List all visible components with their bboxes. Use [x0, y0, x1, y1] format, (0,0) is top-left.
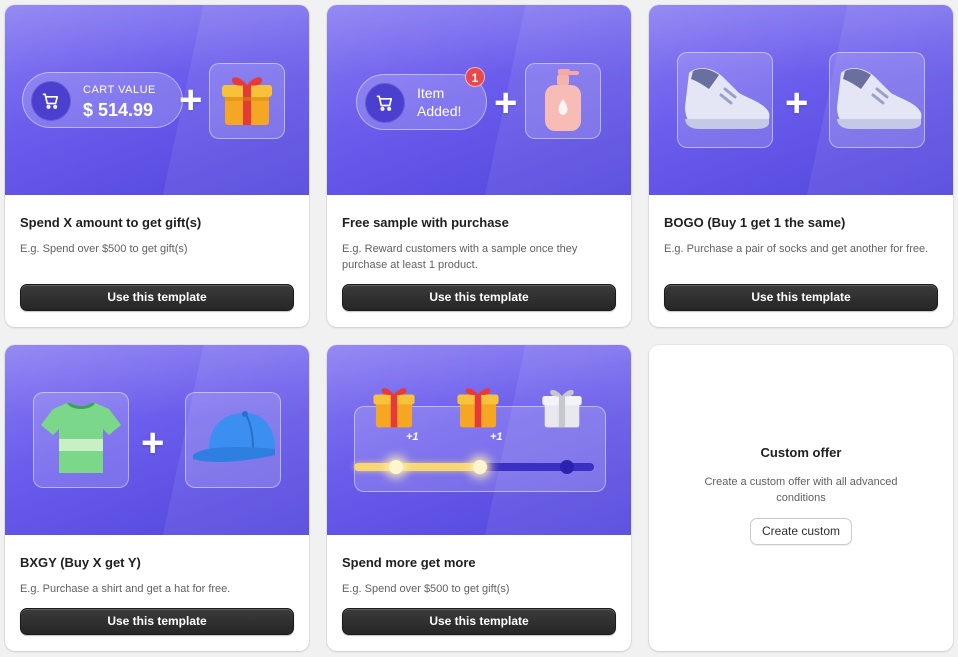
notification-badge: 1: [465, 67, 485, 87]
template-card-free-sample: Item Added! 1 + Free sample with purchas…: [327, 5, 631, 327]
card-title: BXGY (Buy X get Y): [20, 555, 141, 570]
item-added-line2: Added!: [417, 103, 462, 119]
card-title: Free sample with purchase: [342, 215, 509, 230]
card-description: E.g. Purchase a shirt and get a hat for …: [20, 583, 231, 595]
plus-icon: +: [785, 81, 809, 125]
gift-icon: [457, 388, 499, 428]
milestone-knob: [389, 460, 403, 474]
card-description: E.g. Purchase a pair of socks and get an…: [664, 243, 929, 255]
card-description: E.g. Reward customers with a sample once…: [342, 243, 578, 271]
cart-icon: [31, 81, 71, 121]
cart-value-label: CART VALUE: [83, 84, 156, 96]
milestone-label: +1: [406, 431, 419, 443]
item-added-line1: Item: [417, 85, 445, 101]
template-card-bxgy: + BXGY (Buy X get Y) E.g. Purchase a shi…: [5, 345, 309, 651]
progress-fill: [354, 463, 486, 471]
use-template-button[interactable]: Use this template: [342, 608, 616, 635]
cart-icon: [365, 83, 405, 123]
card-description: E.g. Spend over $500 to get gift(s): [342, 583, 510, 595]
cap-icon: [193, 411, 275, 462]
sneaker-icon: [837, 68, 922, 129]
plus-icon: +: [179, 78, 203, 122]
tshirt-icon: [41, 403, 121, 473]
card-illustration: +: [5, 345, 309, 535]
template-card-spend-more: +1 +1 Spend more get more E.g. Spend ove…: [327, 345, 631, 651]
card-illustration: +: [649, 5, 953, 195]
cart-value-amount: $ 514.99: [83, 100, 154, 120]
use-template-button[interactable]: Use this template: [342, 284, 616, 311]
milestone-label: +1: [490, 431, 503, 443]
custom-offer-title: Custom offer: [760, 445, 842, 460]
gift-locked-icon: [542, 389, 582, 428]
create-custom-button[interactable]: Create custom: [749, 518, 853, 545]
use-template-button[interactable]: Use this template: [20, 284, 294, 311]
milestone-knob: [560, 460, 574, 474]
gift-icon: [373, 388, 415, 428]
gift-icon: [222, 77, 272, 125]
card-illustration: +1 +1: [327, 345, 631, 535]
lotion-bottle-icon: [545, 69, 581, 131]
card-title: BOGO (Buy 1 get 1 the same): [664, 215, 846, 230]
sneaker-icon: [685, 68, 770, 129]
card-description: E.g. Spend over $500 to get gift(s): [20, 243, 188, 255]
card-illustration: Item Added! 1 +: [327, 5, 631, 195]
template-card-bogo: + BOGO (Buy 1 get 1 the same) E.g. Purch…: [649, 5, 953, 327]
custom-offer-content: Custom offer Create a custom offer with …: [649, 445, 953, 545]
custom-offer-description: Create a custom offer with all advanced …: [704, 476, 898, 504]
template-card-spend-x: CART VALUE $ 514.99 + Spend X amount to …: [5, 5, 309, 327]
card-illustration: CART VALUE $ 514.99 +: [5, 5, 309, 195]
plus-icon: +: [494, 81, 518, 125]
cart-value-pill: CART VALUE $ 514.99: [22, 72, 183, 128]
use-template-button[interactable]: Use this template: [20, 608, 294, 635]
use-template-button[interactable]: Use this template: [664, 284, 938, 311]
plus-icon: +: [141, 421, 165, 465]
card-title: Spend X amount to get gift(s): [20, 215, 202, 230]
custom-offer-card: Custom offer Create a custom offer with …: [649, 345, 953, 651]
card-title: Spend more get more: [342, 555, 476, 570]
milestone-knob: [473, 460, 487, 474]
